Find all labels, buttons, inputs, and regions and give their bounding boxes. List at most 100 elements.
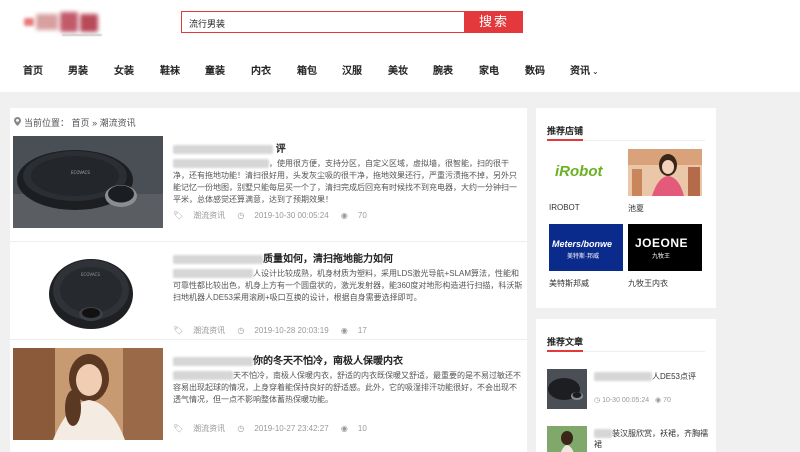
nav-item-home[interactable]: 首页 [23, 62, 43, 77]
recommended-article-views: 70 [663, 397, 671, 404]
article-views: 70 [357, 211, 367, 220]
article-meta: 🏷 潮流资讯 ◷ 2019-10-27 23:42:27 ◉ 10 [173, 423, 377, 434]
svg-text:ECOVACS: ECOVACS [81, 272, 100, 277]
recommended-articles-card: 推荐文章 人DE53点评 ◷ 10-30 00:05:24 ◉ 70 装汉服欣赏… [536, 319, 716, 452]
recommended-article-thumbnail[interactable] [547, 426, 587, 452]
eye-icon: ◉ [340, 211, 348, 220]
nav-item-digital[interactable]: 数码 [525, 62, 545, 77]
irobot-logo-text: iRobot [555, 163, 603, 180]
article-date: 2019-10-28 20:03:19 [254, 326, 329, 335]
nav-item-underwear[interactable]: 内衣 [251, 62, 271, 77]
shop-name[interactable]: IROBOT [549, 203, 623, 212]
clock-icon: ◷ [237, 326, 245, 335]
article-title[interactable]: 你的冬天不怕冷，南极人保暖内衣 [173, 352, 403, 367]
tag-icon: 🏷 [173, 424, 184, 433]
recommended-article-thumbnail[interactable] [547, 369, 587, 409]
shop-item[interactable]: 池夏 [628, 149, 702, 214]
clock-icon: ◷ [237, 424, 245, 433]
nav-item-bags[interactable]: 箱包 [297, 62, 317, 77]
tag-icon: 🏷 [173, 211, 184, 220]
eye-icon: ◉ [340, 424, 348, 433]
article-title[interactable]: 质量如何，清扫拖地能力如何 [173, 250, 393, 265]
article-item[interactable]: 你的冬天不怕冷，南极人保暖内衣 天不怕冷，南极人保暖内衣，舒适的内衣既保暖又舒适… [13, 348, 523, 448]
eye-icon: ◉ [655, 397, 662, 404]
shop-name[interactable]: 美特斯邦威 [549, 278, 623, 289]
section-title: 推荐店铺 [547, 126, 584, 136]
chixia-logo[interactable] [628, 149, 702, 196]
section-underline [547, 139, 705, 141]
article-thumbnail[interactable] [13, 348, 163, 440]
article-category[interactable]: 潮流资讯 [193, 424, 225, 433]
article-excerpt: ，使用很方便，支持分区，自定义区域，虚拟墙，很智能，扫的很干净，还有拖地功能！清… [173, 158, 523, 206]
article-date: 2019-10-27 23:42:27 [254, 424, 329, 433]
metersbonwe-logo[interactable]: Meters/bonwe 美特斯·邦威 [549, 224, 623, 271]
metersbonwe-logo-sub: 美特斯·邦威 [567, 254, 599, 260]
nav-item-shoes[interactable]: 鞋袜 [160, 62, 180, 77]
recommended-article-title-text: 人DE53点评 [652, 372, 697, 381]
recommended-article[interactable]: 人DE53点评 ◷ 10-30 00:05:24 ◉ 70 [547, 369, 712, 411]
nav-item-men[interactable]: 男装 [68, 62, 88, 77]
nav-item-kids[interactable]: 童装 [205, 62, 225, 77]
article-title-text: 你的冬天不怕冷，南极人保暖内衣 [253, 356, 403, 367]
article-title-text: 评 [275, 144, 286, 155]
article-category[interactable]: 潮流资讯 [193, 326, 225, 335]
clock-icon: ◷ [594, 397, 601, 404]
recommended-shops-card: 推荐店铺 iRobot IROBOT 池夏 Meters/bonwe 美特斯·邦… [536, 108, 716, 308]
article-views: 10 [357, 424, 367, 433]
shop-name[interactable]: 九牧王内衣 [628, 278, 702, 289]
chevron-down-icon: ⌄ [592, 67, 599, 76]
recommended-article-title[interactable]: 装汉服欣赏，袄裙，齐胸襦裙 [594, 428, 712, 450]
section-title: 推荐文章 [547, 337, 584, 347]
article-excerpt: 天不怕冷，南极人保暖内衣，舒适的内衣既保暖又舒适，最重要的是不易过敏还不容易出现… [173, 370, 523, 406]
search-button[interactable]: 搜索 [465, 11, 523, 33]
header: 流行男装 搜索 首页 男装 女装 鞋袜 童装 内衣 箱包 汉服 美妆 腕表 家电… [0, 0, 800, 92]
nav-item-women[interactable]: 女装 [114, 62, 134, 77]
irobot-logo[interactable]: iRobot [549, 149, 623, 196]
breadcrumb-home[interactable]: 首页 [72, 118, 90, 128]
article-date: 2019-10-30 00:05:24 [254, 211, 329, 220]
article-thumbnail[interactable]: ECOVACS [13, 246, 163, 338]
shop-name[interactable]: 池夏 [628, 203, 702, 214]
breadcrumb-current[interactable]: 潮流资讯 [100, 118, 136, 128]
article-list-card: 当前位置： 首页 » 潮流资讯 ECOVACS 评 ，使用很方便，支持分区，自定… [10, 108, 527, 452]
article-title-text: 质量如何，清扫拖地能力如何 [263, 254, 393, 265]
nav-item-beauty[interactable]: 美妆 [388, 62, 408, 77]
site-logo[interactable] [22, 8, 112, 38]
breadcrumb-separator: » [92, 118, 98, 128]
recommended-article-title[interactable]: 人DE53点评 [594, 371, 712, 382]
joeone-logo[interactable]: JOEONE 九牧王 [628, 224, 702, 271]
article-meta: 🏷 潮流资讯 ◷ 2019-10-28 20:03:19 ◉ 17 [173, 325, 377, 336]
divider [10, 339, 527, 340]
breadcrumb-prefix: 当前位置： [24, 118, 70, 128]
nav-item-watches[interactable]: 腕表 [433, 62, 453, 77]
recommended-article[interactable]: 装汉服欣赏，袄裙，齐胸襦裙 [547, 426, 712, 452]
article-meta: 🏷 潮流资讯 ◷ 2019-10-30 00:05:24 ◉ 70 [173, 210, 377, 221]
joeone-logo-sub: 九牧王 [652, 254, 671, 260]
main-nav: 首页 男装 女装 鞋袜 童装 内衣 箱包 汉服 美妆 腕表 家电 数码 资讯 ⌄ [0, 56, 800, 82]
recommended-article-date: 10-30 00:05:24 [602, 397, 650, 404]
nav-item-hanfu[interactable]: 汉服 [342, 62, 362, 77]
joeone-logo-text: JOEONE [635, 236, 689, 250]
tag-icon: 🏷 [173, 326, 184, 335]
article-views: 17 [357, 326, 367, 335]
breadcrumb: 当前位置： 首页 » 潮流资讯 [14, 116, 136, 129]
article-thumbnail[interactable]: ECOVACS [13, 136, 163, 228]
shop-item[interactable]: iRobot IROBOT [549, 149, 623, 212]
article-excerpt: 人设计比较成熟，机身材质为塑料，采用LDS激光导航+SLAM算法，性能和可靠性都… [173, 268, 523, 304]
divider [10, 241, 527, 242]
shop-item[interactable]: JOEONE 九牧王 九牧王内衣 [628, 224, 702, 289]
location-pin-icon [14, 117, 22, 128]
nav-item-news-label: 资讯 [570, 66, 590, 77]
nav-item-news[interactable]: 资讯 ⌄ [570, 62, 599, 77]
article-item[interactable]: ECOVACS 质量如何，清扫拖地能力如何 人设计比较成熟，机身材质为塑料，采用… [13, 246, 523, 346]
article-category[interactable]: 潮流资讯 [193, 211, 225, 220]
recommended-article-meta: ◷ 10-30 00:05:24 ◉ 70 [594, 396, 671, 404]
clock-icon: ◷ [237, 211, 245, 220]
nav-item-appliances[interactable]: 家电 [479, 62, 499, 77]
svg-text:ECOVACS: ECOVACS [71, 170, 90, 175]
section-underline [547, 350, 705, 352]
search-input[interactable]: 流行男装 [181, 11, 465, 33]
shop-item[interactable]: Meters/bonwe 美特斯·邦威 美特斯邦威 [549, 224, 623, 289]
article-title[interactable]: 评 [173, 140, 286, 155]
article-item[interactable]: ECOVACS 评 ，使用很方便，支持分区，自定义区域，虚拟墙，很智能，扫的很干… [13, 136, 523, 236]
